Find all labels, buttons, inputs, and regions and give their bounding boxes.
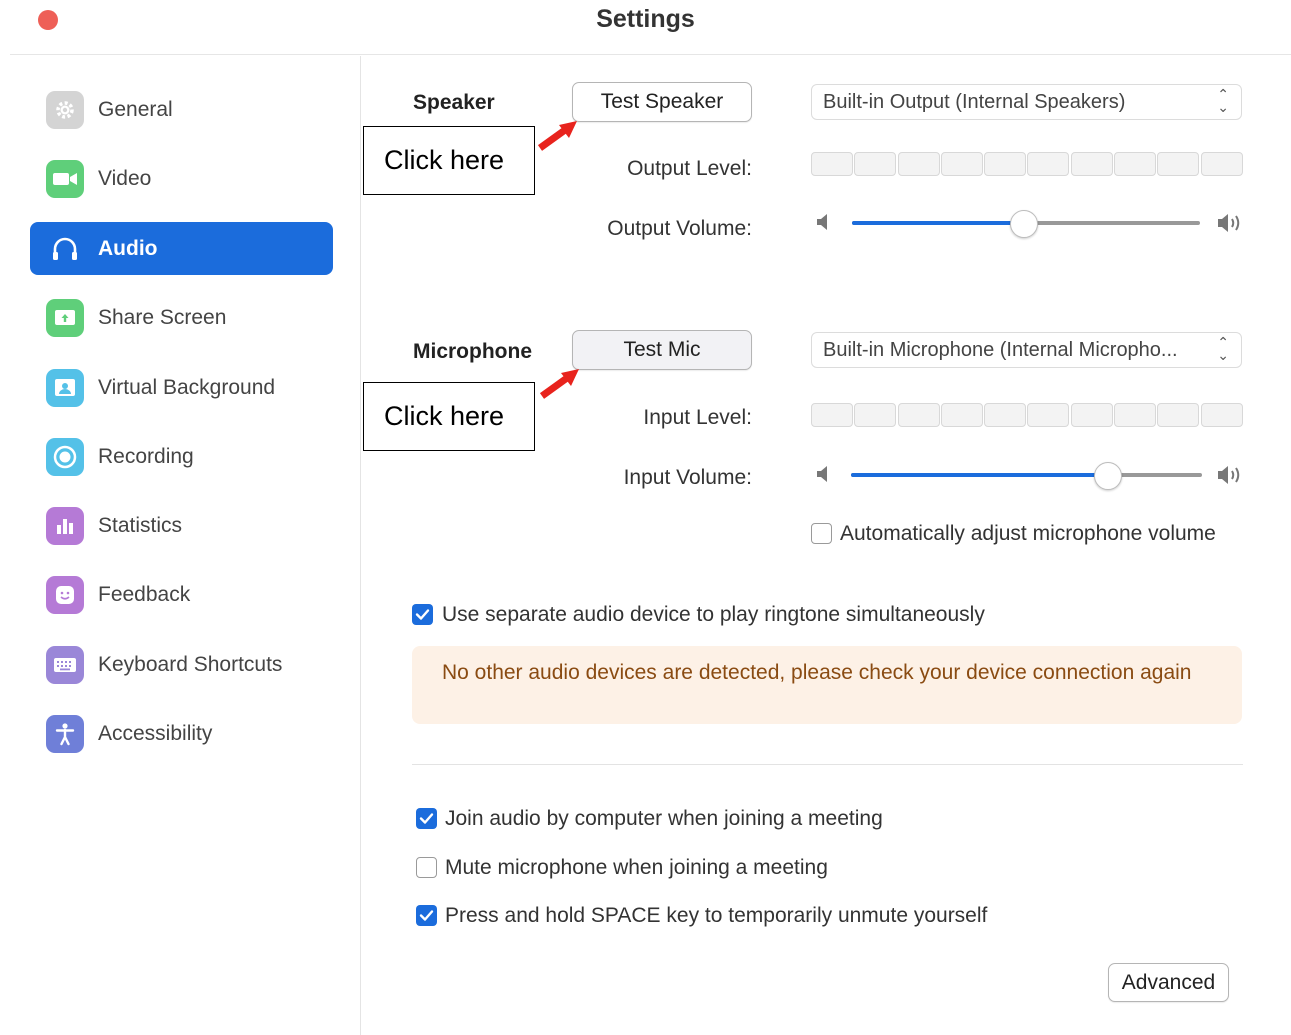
no-device-warning: No other audio devices are detected, ple…: [412, 646, 1242, 724]
sidebar-item-label: Feedback: [98, 582, 191, 606]
output-volume-label: Output Volume:: [607, 217, 752, 240]
join-audio-checkbox[interactable]: [416, 808, 437, 829]
speaker-device-value: Built-in Output (Internal Speakers): [823, 90, 1126, 113]
output-level-meter: [811, 152, 1244, 176]
video-camera-icon: [46, 159, 84, 198]
advanced-button[interactable]: Advanced: [1108, 963, 1229, 1002]
input-volume-thumb[interactable]: [1094, 462, 1122, 490]
sidebar-item-statistics[interactable]: Statistics: [30, 499, 333, 552]
mute-on-join-checkbox[interactable]: [416, 857, 437, 878]
sidebar-item-label: Keyboard Shortcuts: [98, 652, 283, 676]
input-volume-slider[interactable]: [851, 460, 1202, 490]
sidebar-item-label: Video: [98, 166, 152, 190]
chevron-up-down-icon: ⌃ ⌄: [1217, 334, 1229, 363]
sidebar-item-audio[interactable]: Audio: [30, 222, 333, 275]
accessibility-icon: [46, 714, 84, 753]
sidebar-item-feedback[interactable]: Feedback: [30, 568, 333, 621]
title-bar: Settings: [0, 0, 1291, 55]
window-title: Settings: [596, 5, 695, 33]
sidebar-item-label: Recording: [98, 444, 194, 468]
sidebar-divider: [360, 56, 361, 1035]
statistics-icon: [46, 506, 84, 545]
virtual-background-icon: [46, 368, 84, 407]
sidebar-item-label: Statistics: [98, 513, 183, 537]
sidebar-item-label: Share Screen: [98, 305, 227, 329]
test-speaker-button[interactable]: Test Speaker: [572, 82, 752, 122]
join-audio-label: Join audio by computer when joining a me…: [445, 807, 883, 830]
output-volume-slider[interactable]: [852, 208, 1200, 238]
speaker-device-select[interactable]: Built-in Output (Internal Speakers) ⌃ ⌄: [811, 84, 1242, 120]
separate-ringtone-checkbox[interactable]: [412, 604, 433, 625]
volume-high-icon: [1218, 214, 1240, 232]
volume-low-icon: [817, 214, 827, 230]
sidebar-item-video[interactable]: Video: [30, 152, 333, 205]
microphone-heading: Microphone: [413, 340, 532, 363]
mic-callout-box: Click here: [363, 382, 535, 451]
sidebar-item-keyboard-shortcuts[interactable]: Keyboard Shortcuts: [30, 638, 333, 691]
sidebar-item-label: Virtual Background: [98, 375, 276, 399]
sidebar-item-accessibility[interactable]: Accessibility: [30, 707, 333, 760]
sidebar-item-label: Accessibility: [98, 721, 213, 745]
auto-adjust-mic-label: Automatically adjust microphone volume: [840, 522, 1216, 545]
sidebar-item-virtual-background[interactable]: Virtual Background: [30, 361, 333, 414]
input-level-meter: [811, 403, 1244, 427]
microphone-device-select[interactable]: Built-in Microphone (Internal Micropho..…: [811, 332, 1242, 368]
mute-on-join-label: Mute microphone when joining a meeting: [445, 856, 828, 879]
speaker-heading: Speaker: [413, 91, 495, 114]
recording-icon: [46, 437, 84, 476]
sidebar-item-share-screen[interactable]: Share Screen: [30, 291, 333, 344]
input-volume-label: Input Volume:: [623, 466, 752, 489]
sidebar: General Video Audio Share Screen Virtual…: [0, 56, 360, 1035]
volume-low-icon: [817, 466, 827, 482]
input-level-label: Input Level:: [643, 406, 752, 429]
section-divider: [412, 764, 1243, 765]
share-screen-icon: [46, 298, 84, 337]
output-level-label: Output Level:: [627, 157, 752, 180]
space-to-unmute-label: Press and hold SPACE key to temporarily …: [445, 904, 988, 927]
speaker-callout-box: Click here: [363, 126, 535, 195]
feedback-icon: [46, 575, 84, 614]
keyboard-icon: [46, 645, 84, 684]
title-bar-divider: [10, 54, 1291, 55]
gear-icon: [46, 90, 84, 129]
separate-ringtone-label: Use separate audio device to play ringto…: [442, 603, 985, 626]
sidebar-item-label: General: [98, 97, 173, 121]
red-arrow-icon: [539, 369, 579, 399]
output-volume-fill: [852, 221, 1023, 225]
sidebar-item-general[interactable]: General: [30, 83, 333, 136]
headphones-icon: [46, 230, 84, 268]
microphone-device-value: Built-in Microphone (Internal Micropho..…: [823, 338, 1178, 361]
volume-high-icon: [1218, 466, 1240, 484]
chevron-up-down-icon: ⌃ ⌄: [1217, 86, 1229, 115]
output-volume-thumb[interactable]: [1010, 210, 1038, 238]
auto-adjust-mic-checkbox[interactable]: [811, 523, 832, 544]
red-arrow-icon: [537, 121, 577, 151]
sidebar-item-label: Audio: [98, 236, 158, 260]
test-mic-button[interactable]: Test Mic: [572, 330, 752, 370]
input-volume-fill: [851, 473, 1107, 477]
sidebar-item-recording[interactable]: Recording: [30, 430, 333, 483]
space-to-unmute-checkbox[interactable]: [416, 905, 437, 926]
